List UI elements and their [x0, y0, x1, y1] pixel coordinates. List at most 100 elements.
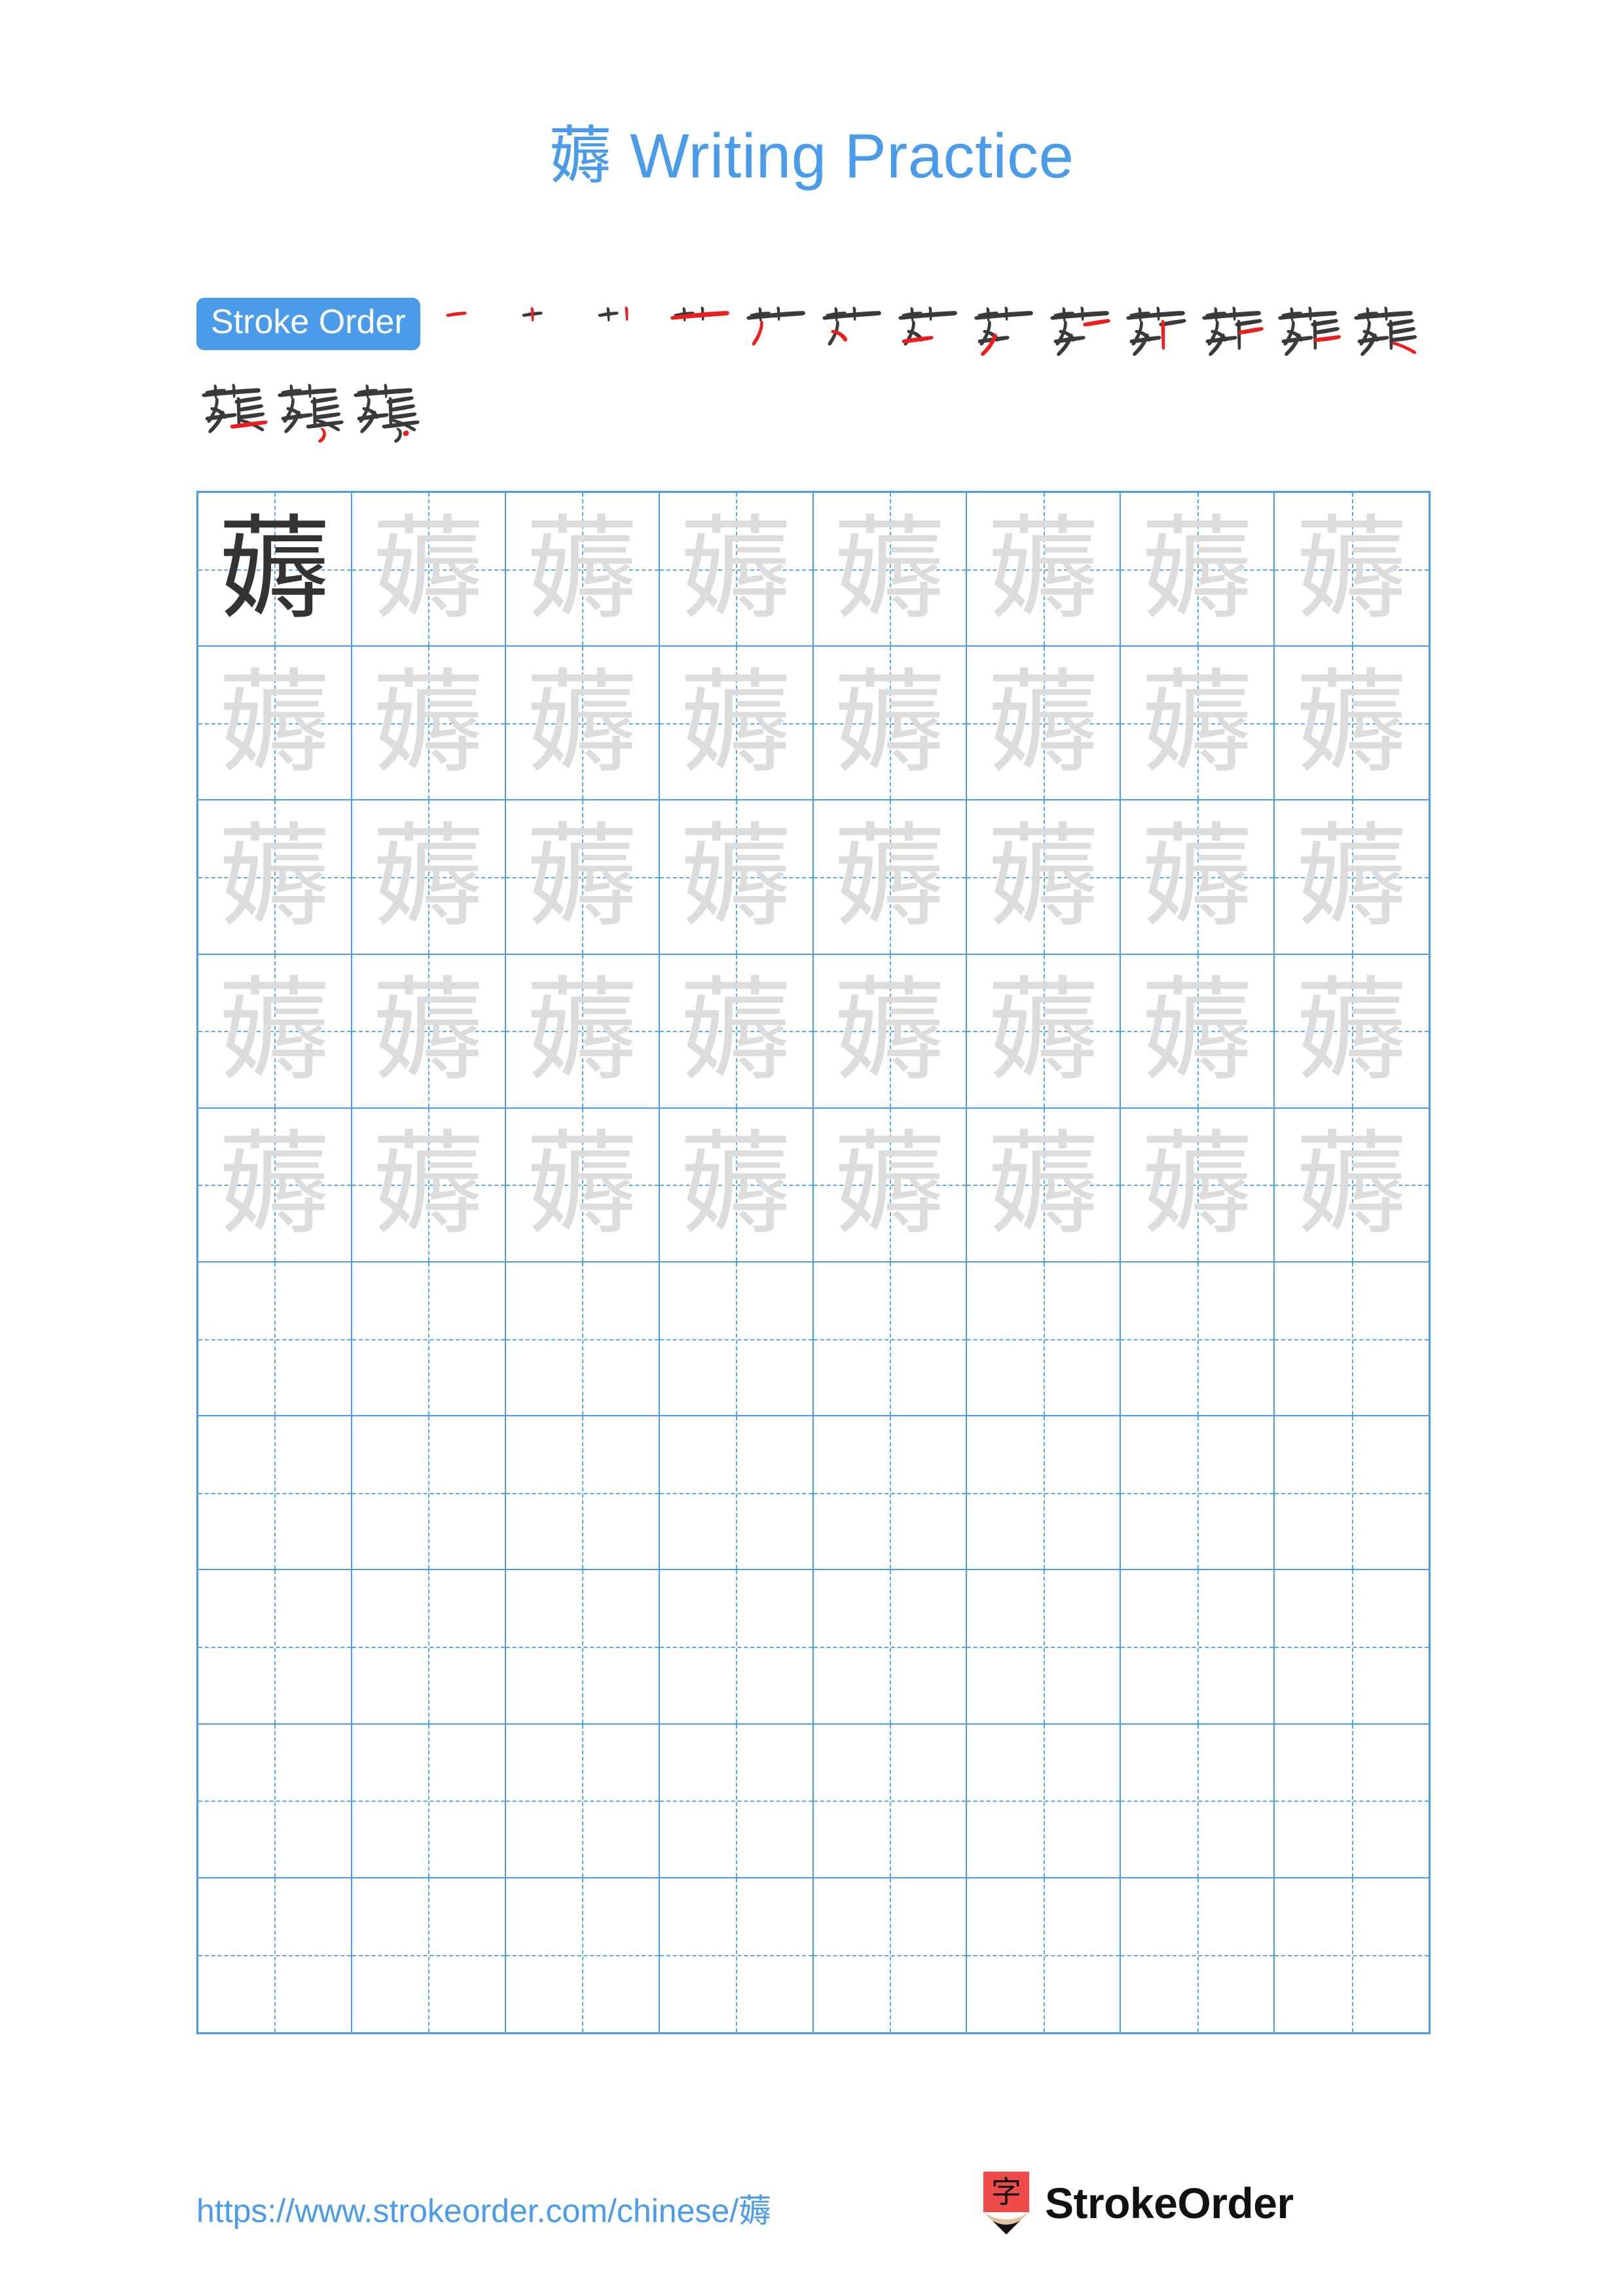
practice-cell[interactable]: 薅: [1121, 954, 1275, 1109]
practice-cell[interactable]: [505, 1724, 660, 1878]
trace-character: 薅: [680, 810, 793, 942]
practice-cell[interactable]: 薅: [1275, 800, 1429, 955]
practice-cell[interactable]: [659, 1878, 814, 2032]
trace-character: 薅: [1140, 1119, 1254, 1251]
trace-character: 薅: [218, 965, 331, 1097]
practice-cell[interactable]: [352, 1724, 506, 1878]
practice-cell[interactable]: [967, 1878, 1122, 2032]
practice-cell[interactable]: [1121, 1416, 1275, 1571]
practice-cell[interactable]: [813, 1878, 968, 2032]
practice-cell[interactable]: 薅: [1121, 1108, 1275, 1263]
practice-cell[interactable]: [352, 1262, 506, 1417]
practice-cell[interactable]: [967, 1724, 1122, 1878]
practice-cell[interactable]: 薅: [352, 1108, 506, 1263]
footer-url-link[interactable]: https://www.strokeorder.com/chinese/薅: [196, 2185, 771, 2232]
practice-cell[interactable]: [505, 1416, 660, 1571]
stroke-order-badge: Stroke Order: [196, 298, 420, 350]
practice-cell[interactable]: 薅: [198, 800, 352, 955]
practice-cell[interactable]: [1121, 1570, 1275, 1725]
trace-character: 薅: [987, 1119, 1100, 1251]
practice-cell[interactable]: [505, 1570, 660, 1725]
practice-cell[interactable]: 薅: [1121, 800, 1275, 955]
practice-cell[interactable]: 薅: [813, 493, 968, 647]
practice-cell[interactable]: 薅: [1275, 954, 1429, 1109]
practice-cell[interactable]: 薅: [352, 647, 506, 801]
practice-cell[interactable]: [967, 1262, 1122, 1417]
practice-cell[interactable]: [352, 1416, 506, 1571]
practice-cell[interactable]: [1275, 1262, 1429, 1417]
practice-cell[interactable]: 薅: [659, 800, 814, 955]
practice-cell[interactable]: [198, 1570, 352, 1725]
trace-character: 薅: [833, 810, 946, 942]
practice-cell[interactable]: [198, 1878, 352, 2032]
practice-cell[interactable]: 薅: [505, 647, 660, 801]
practice-cell[interactable]: 薅: [813, 647, 968, 801]
practice-cell[interactable]: 薅: [1121, 493, 1275, 647]
practice-cell[interactable]: [813, 1724, 968, 1878]
practice-cell[interactable]: [352, 1878, 506, 2032]
practice-cell[interactable]: 薅: [198, 493, 352, 647]
trace-character: 薅: [372, 965, 485, 1097]
practice-cell[interactable]: 薅: [505, 954, 660, 1109]
trace-character: 薅: [1140, 656, 1254, 789]
practice-cell[interactable]: [1275, 1416, 1429, 1571]
practice-cell[interactable]: 薅: [352, 493, 506, 647]
practice-cell[interactable]: 薅: [659, 954, 814, 1109]
practice-cell[interactable]: 薅: [967, 800, 1122, 955]
practice-cell[interactable]: 薅: [1121, 647, 1275, 801]
stroke-step-2: [513, 298, 587, 371]
practice-cell[interactable]: 薅: [967, 647, 1122, 801]
practice-cell[interactable]: 薅: [813, 1108, 968, 1263]
practice-cell[interactable]: 薅: [967, 1108, 1122, 1263]
practice-cell[interactable]: [659, 1416, 814, 1571]
practice-cell[interactable]: [198, 1262, 352, 1417]
trace-character: 薅: [526, 503, 639, 635]
trace-character: 薅: [680, 656, 793, 789]
practice-cell[interactable]: 薅: [1275, 493, 1429, 647]
practice-cell[interactable]: 薅: [505, 493, 660, 647]
stroke-step-13: [1349, 298, 1422, 371]
practice-cell[interactable]: 薅: [813, 954, 968, 1109]
practice-cell[interactable]: [813, 1262, 968, 1417]
practice-cell[interactable]: [198, 1724, 352, 1878]
practice-cell[interactable]: 薅: [813, 800, 968, 955]
practice-cell[interactable]: 薅: [967, 493, 1122, 647]
practice-cell[interactable]: [813, 1570, 968, 1725]
practice-cell[interactable]: 薅: [659, 493, 814, 647]
practice-cell[interactable]: 薅: [198, 1108, 352, 1263]
practice-cell[interactable]: [1121, 1878, 1275, 2032]
stroke-step-15: [272, 375, 346, 448]
practice-cell[interactable]: [352, 1570, 506, 1725]
practice-cell[interactable]: 薅: [967, 954, 1122, 1109]
practice-cell[interactable]: [813, 1416, 968, 1571]
practice-cell[interactable]: 薅: [505, 1108, 660, 1263]
practice-cell[interactable]: [659, 1262, 814, 1417]
practice-cell[interactable]: 薅: [198, 647, 352, 801]
practice-cell[interactable]: [659, 1570, 814, 1725]
practice-cell[interactable]: 薅: [1275, 1108, 1429, 1263]
trace-character: 薅: [680, 965, 793, 1097]
trace-character: 薅: [987, 503, 1100, 635]
practice-cell[interactable]: 薅: [659, 647, 814, 801]
practice-cell[interactable]: 薅: [198, 954, 352, 1109]
practice-cell[interactable]: [1121, 1724, 1275, 1878]
practice-cell[interactable]: [1275, 1878, 1429, 2032]
stroke-step-3: [589, 298, 663, 371]
stroke-step-6: [817, 298, 890, 371]
practice-cell[interactable]: [967, 1416, 1122, 1571]
practice-cell[interactable]: [967, 1570, 1122, 1725]
practice-cell[interactable]: 薅: [1275, 647, 1429, 801]
stroke-step-11: [1197, 298, 1270, 371]
trace-character: 薅: [1140, 965, 1254, 1097]
practice-cell[interactable]: 薅: [505, 800, 660, 955]
practice-cell[interactable]: [1121, 1262, 1275, 1417]
practice-cell[interactable]: 薅: [352, 800, 506, 955]
practice-cell[interactable]: 薅: [659, 1108, 814, 1263]
practice-cell[interactable]: [198, 1416, 352, 1571]
practice-cell[interactable]: [505, 1878, 660, 2032]
practice-cell[interactable]: [1275, 1724, 1429, 1878]
practice-cell[interactable]: [1275, 1570, 1429, 1725]
practice-cell[interactable]: 薅: [352, 954, 506, 1109]
practice-cell[interactable]: [659, 1724, 814, 1878]
practice-cell[interactable]: [505, 1262, 660, 1417]
